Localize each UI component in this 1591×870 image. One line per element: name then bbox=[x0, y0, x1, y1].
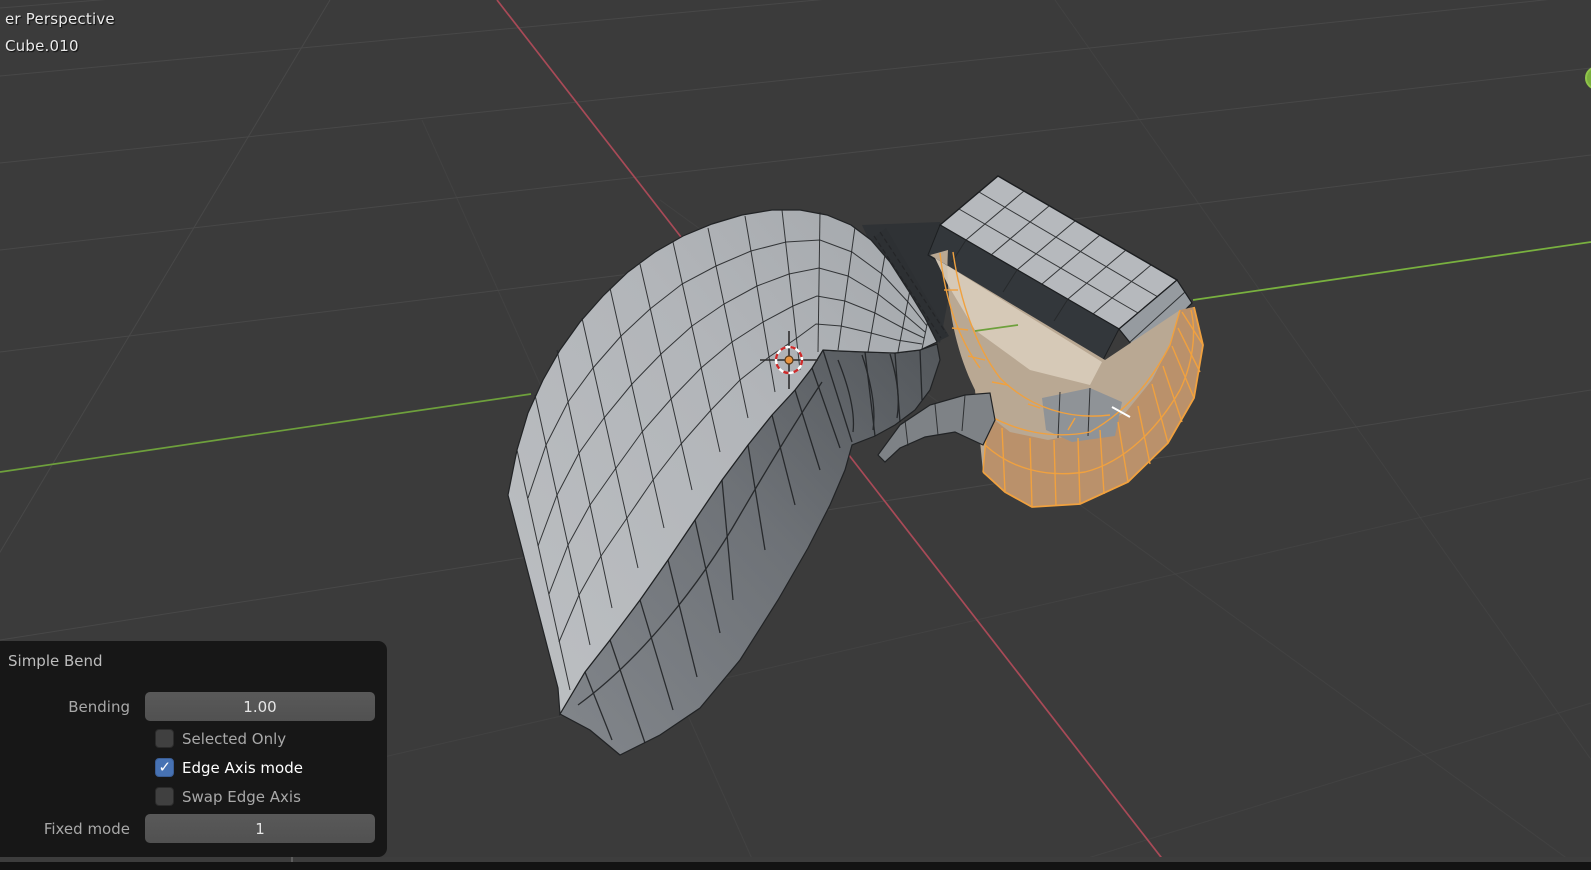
redo-panel[interactable]: Simple Bend Bending 1.00 Selected Only E… bbox=[0, 641, 387, 857]
edge-axis-mode-row[interactable]: Edge Axis mode bbox=[155, 756, 377, 779]
swap-edge-axis-checkbox[interactable] bbox=[155, 787, 174, 806]
selected-only-label: Selected Only bbox=[182, 730, 286, 748]
fixed-mode-value: 1 bbox=[255, 820, 265, 838]
fixed-mode-row: Fixed mode 1 bbox=[8, 814, 377, 843]
blender-3d-viewport[interactable]: er Perspective Cube.010 Simple Bend Bend… bbox=[0, 0, 1591, 870]
bending-field[interactable]: 1.00 bbox=[145, 692, 375, 721]
nav-gizmo-y-axis[interactable] bbox=[1586, 67, 1591, 89]
timeline-sliver bbox=[0, 862, 1591, 870]
active-object-label: Cube.010 bbox=[5, 37, 79, 55]
edge-axis-mode-checkbox[interactable] bbox=[155, 758, 174, 777]
swap-edge-axis-row[interactable]: Swap Edge Axis bbox=[155, 785, 377, 808]
edge-axis-mode-label: Edge Axis mode bbox=[182, 759, 303, 777]
bending-value: 1.00 bbox=[243, 698, 276, 716]
swap-edge-axis-label: Swap Edge Axis bbox=[182, 788, 301, 806]
selected-only-row[interactable]: Selected Only bbox=[155, 727, 377, 750]
panel-title: Simple Bend bbox=[8, 652, 377, 670]
fixed-mode-label: Fixed mode bbox=[8, 820, 145, 838]
fixed-mode-field[interactable]: 1 bbox=[145, 814, 375, 843]
playhead-tick[interactable] bbox=[291, 857, 293, 862]
x-axis-line bbox=[497, 0, 681, 237]
bending-label: Bending bbox=[8, 698, 145, 716]
y-axis-line bbox=[0, 394, 531, 472]
selected-only-checkbox[interactable] bbox=[155, 729, 174, 748]
mesh-object[interactable] bbox=[508, 176, 1203, 755]
view-name-label: er Perspective bbox=[5, 10, 115, 28]
bending-row: Bending 1.00 bbox=[8, 692, 377, 721]
